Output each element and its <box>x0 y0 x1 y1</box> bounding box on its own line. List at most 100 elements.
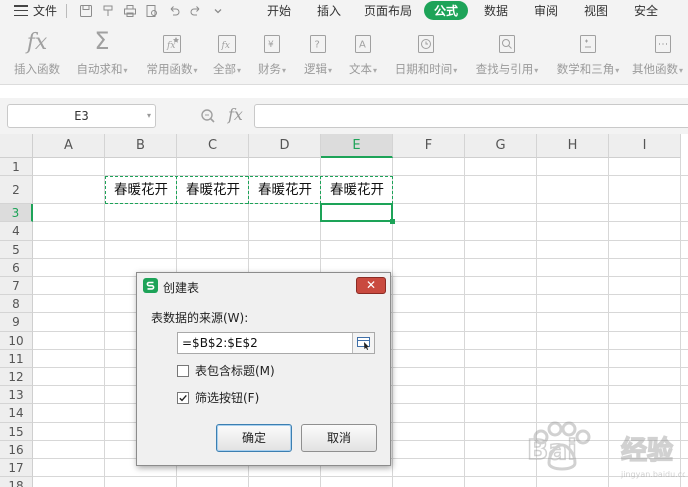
zoom-search-icon[interactable] <box>200 108 216 127</box>
lookup-functions-button[interactable]: 查找与引用▾ <box>470 21 544 85</box>
create-table-dialog: 创建表 ✕ 表数据的来源(W): =$B$2:$E$2 表包含标题(M) 筛选按… <box>136 272 391 466</box>
row-header-17[interactable]: 17 <box>0 459 33 478</box>
dropdown-caret-icon: ▾ <box>679 66 684 75</box>
row-header-13[interactable]: 13 <box>0 386 33 405</box>
all-functions-button[interactable]: fx 全部▾ <box>209 21 245 85</box>
source-range-value: =$B$2:$E$2 <box>182 336 258 350</box>
dialog-title-bar[interactable]: 创建表 ✕ <box>137 273 390 299</box>
select-all-corner[interactable] <box>0 134 33 158</box>
print-preview-icon[interactable] <box>141 0 163 21</box>
row-header-4[interactable]: 4 <box>0 222 33 241</box>
autosum-button[interactable]: Σ 自动求和▾ <box>72 21 132 85</box>
row-header-15[interactable]: 15 <box>0 422 33 441</box>
format-painter-icon[interactable] <box>97 0 119 21</box>
svg-text:A: A <box>359 40 366 51</box>
has-header-label: 表包含标题(M) <box>195 364 275 378</box>
print-icon[interactable] <box>119 0 141 21</box>
filter-button-option[interactable]: 筛选按钮(F) <box>177 389 259 406</box>
logic-label: 逻辑 <box>303 62 327 76</box>
row-header-1[interactable]: 1 <box>0 158 33 177</box>
row-header-2[interactable]: 2 <box>0 176 33 205</box>
more-functions-button[interactable]: 其他函数▾ <box>632 21 688 85</box>
copy-marquee-divider <box>248 176 249 205</box>
insert-function-button[interactable]: fx 插入函数 <box>10 21 64 85</box>
close-button[interactable]: ✕ <box>356 277 386 294</box>
toolbar-divider <box>66 3 67 18</box>
row-header-12[interactable]: 12 <box>0 368 33 387</box>
row-header-8[interactable]: 8 <box>0 295 33 314</box>
row-header-16[interactable]: 16 <box>0 440 33 459</box>
dialog-title: 创建表 <box>163 281 200 295</box>
column-header-e[interactable]: E <box>321 134 393 158</box>
name-box[interactable]: E3 ▾ <box>7 104 156 128</box>
column-header-b[interactable]: B <box>105 134 177 158</box>
checkmark-icon <box>179 394 187 401</box>
datetime-functions-button[interactable]: 日期和时间▾ <box>390 21 462 85</box>
range-picker-button[interactable] <box>352 333 374 353</box>
math-functions-button[interactable]: 数学和三角▾ <box>552 21 624 85</box>
column-header-i[interactable]: I <box>609 134 681 158</box>
tab-insert[interactable]: 插入 <box>306 0 352 21</box>
column-header-g[interactable]: G <box>465 134 537 158</box>
hamburger-icon <box>14 5 28 16</box>
cancel-button[interactable]: 取消 <box>301 424 377 452</box>
row-header-14[interactable]: 14 <box>0 404 33 423</box>
svg-text:¥: ¥ <box>268 40 274 50</box>
customize-toolbar-chevron-icon[interactable] <box>207 0 229 21</box>
formula-input[interactable] <box>254 104 688 128</box>
column-header-d[interactable]: D <box>249 134 321 158</box>
dropdown-caret-icon: ▾ <box>453 66 458 75</box>
source-range-input[interactable]: =$B$2:$E$2 <box>177 332 375 354</box>
column-header-c[interactable]: C <box>177 134 249 158</box>
row-header-11[interactable]: 11 <box>0 349 33 368</box>
undo-icon[interactable] <box>163 0 185 21</box>
filter-checkbox[interactable] <box>177 391 189 404</box>
tab-formulas[interactable]: 公式 <box>424 1 468 20</box>
tab-review[interactable]: 审阅 <box>524 0 568 21</box>
formula-bar: E3 ▾ fx <box>0 98 688 134</box>
common-functions-button[interactable]: fx 常用函数▾ <box>141 21 203 85</box>
baidu-jingyan-watermark: Bai 经验 jingyan.baidu.com <box>526 421 685 479</box>
file-menu[interactable]: 文件 <box>0 0 64 21</box>
column-header-h[interactable]: H <box>537 134 609 158</box>
file-menu-label: 文件 <box>33 4 58 18</box>
dropdown-caret-icon: ▾ <box>281 66 286 75</box>
name-box-dropdown-icon[interactable]: ▾ <box>147 105 151 127</box>
row-header-7[interactable]: 7 <box>0 277 33 296</box>
tab-view[interactable]: 视图 <box>568 0 624 21</box>
fx-icon[interactable]: fx <box>228 105 243 124</box>
finance-functions-button[interactable]: ¥ 财务▾ <box>253 21 291 85</box>
finance-icon: ¥ <box>261 21 283 57</box>
autosum-label: 自动求和 <box>76 62 123 76</box>
close-icon: ✕ <box>365 278 377 292</box>
redo-icon[interactable] <box>185 0 207 21</box>
copy-marquee <box>105 176 393 205</box>
row-gridline <box>33 239 688 241</box>
tab-home[interactable]: 开始 <box>252 0 306 21</box>
fill-handle[interactable] <box>390 219 395 225</box>
all-functions-icon: fx <box>216 21 238 57</box>
tab-page-layout[interactable]: 页面布局 <box>352 0 424 21</box>
wps-logo-icon <box>143 278 158 293</box>
lookup-label: 查找与引用 <box>475 62 534 76</box>
text-functions-button[interactable]: A 文本▾ <box>344 21 382 85</box>
column-header-a[interactable]: A <box>33 134 105 158</box>
has-header-option[interactable]: 表包含标题(M) <box>177 362 275 379</box>
dropdown-caret-icon: ▾ <box>372 66 377 75</box>
row-header-6[interactable]: 6 <box>0 258 33 277</box>
row-header-3[interactable]: 3 <box>0 204 33 223</box>
column-header-f[interactable]: F <box>393 134 465 158</box>
row-header-10[interactable]: 10 <box>0 331 33 350</box>
logic-functions-button[interactable]: ? 逻辑▾ <box>299 21 337 85</box>
has-header-checkbox[interactable] <box>177 364 189 377</box>
row-header-5[interactable]: 5 <box>0 240 33 259</box>
active-cell-border[interactable] <box>320 203 393 223</box>
save-icon[interactable] <box>75 0 97 21</box>
row-header-18[interactable]: 18 <box>0 477 33 487</box>
row-header-9[interactable]: 9 <box>0 313 33 332</box>
ok-button[interactable]: 确定 <box>216 424 292 452</box>
tab-data[interactable]: 数据 <box>468 0 524 21</box>
svg-text:fx: fx <box>221 41 230 51</box>
tab-security[interactable]: 安全 <box>624 0 668 21</box>
svg-text:jingyan.baidu.com: jingyan.baidu.com <box>620 470 685 479</box>
